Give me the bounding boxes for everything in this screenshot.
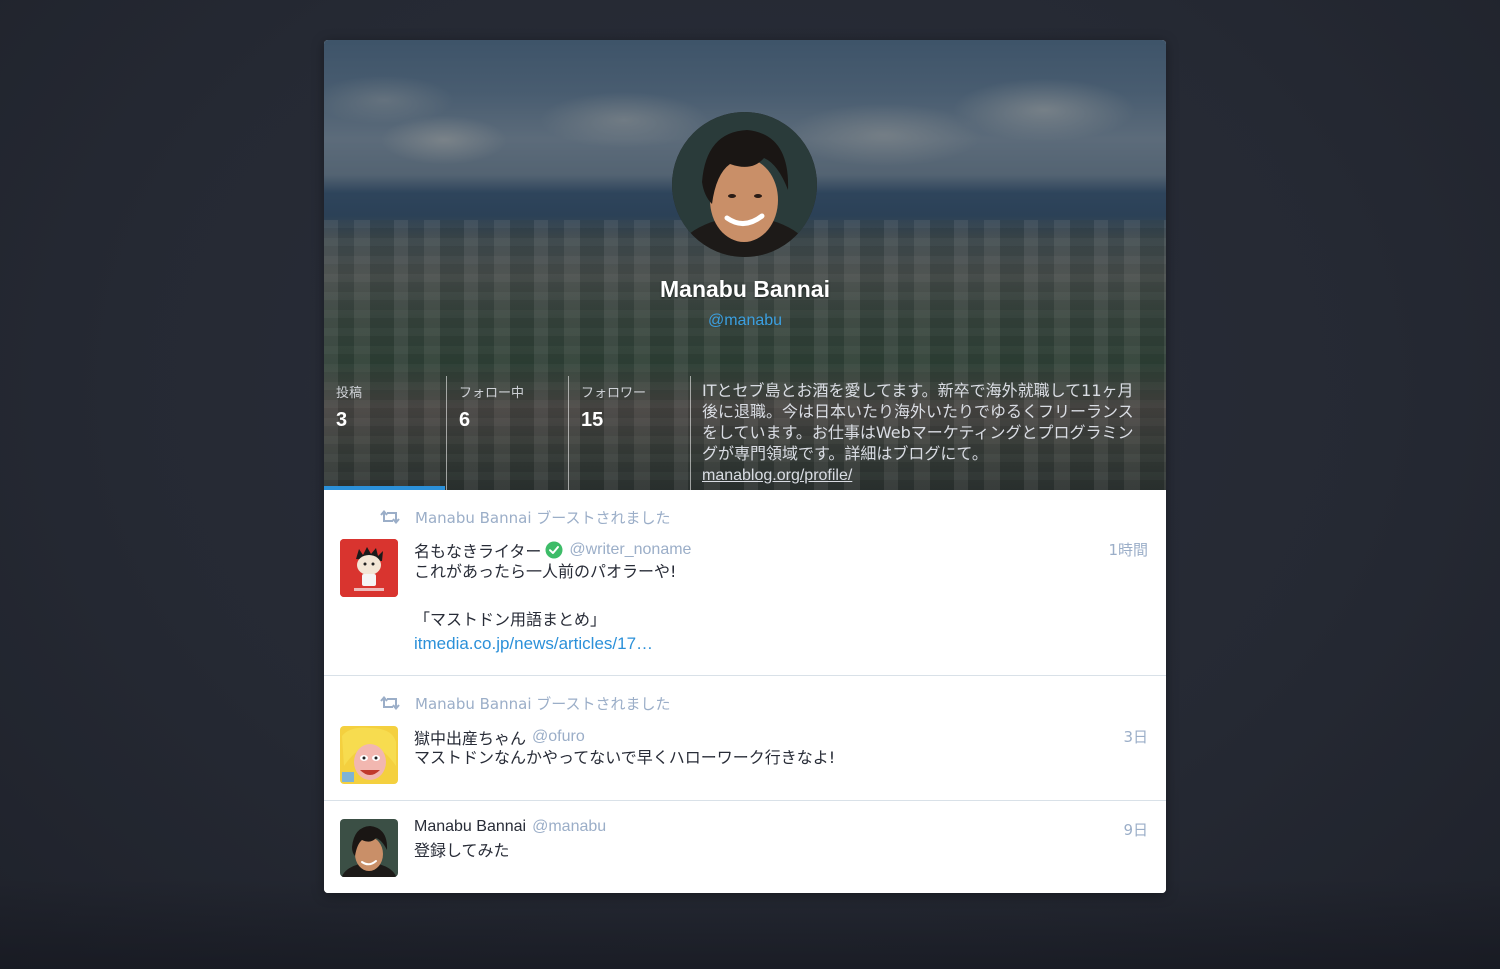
status-content-line: 登録してみた	[414, 841, 510, 860]
status-acct[interactable]: @ofuro	[532, 728, 585, 746]
status-link[interactable]: itmedia.co.jp/news/articles/17…	[414, 632, 676, 656]
status-content-line: これがあったら一人前のパオラーや!	[414, 562, 677, 581]
status-display-name[interactable]: Manabu Bannai	[414, 818, 526, 836]
profile-bio-text: ITとセブ島とお酒を愛してます。新卒で海外就職して11ヶ月後に退職。今は日本いた…	[702, 381, 1134, 463]
profile-card: Manabu Bannai @manabu 投稿 3 フォロー中 6 フォロワー…	[324, 40, 1166, 893]
stat-following-value: 6	[459, 409, 471, 431]
status-content: これがあったら一人前のパオラーや! 「マストドン用語まとめ」 itmedia.c…	[414, 560, 676, 656]
status-avatar[interactable]	[340, 726, 398, 784]
status-content-line: 「マストドン用語まとめ」	[414, 610, 607, 629]
stat-followers-value: 15	[581, 409, 604, 431]
boost-icon	[380, 695, 400, 711]
stat-posts-value: 3	[336, 409, 348, 431]
status-name-line[interactable]: Manabu Bannai @manabu	[414, 818, 606, 836]
boost-indicator: Manabu Bannai ブーストされました	[380, 507, 671, 527]
boost-indicator: Manabu Bannai ブーストされました	[380, 693, 671, 713]
profile-avatar[interactable]	[672, 112, 817, 257]
timeline: Manabu Bannai ブーストされました 名もなきライター @writer…	[324, 490, 1166, 893]
boost-text: Manabu Bannai ブーストされました	[415, 694, 671, 713]
stat-posts-label: 投稿	[336, 385, 363, 400]
stat-following-label: フォロー中	[459, 385, 525, 400]
status-item[interactable]: Manabu Bannai ブーストされました 名もなきライター @writer…	[324, 490, 1166, 676]
boost-icon	[380, 509, 400, 525]
profile-bio-link[interactable]: manablog.org/profile/	[702, 467, 852, 484]
boost-text: Manabu Bannai ブーストされました	[415, 508, 671, 527]
status-item[interactable]: Manabu Bannai ブーストされました 獄中出産ちゃん @ofuro 3…	[324, 676, 1166, 801]
profile-bio: ITとセブ島とお酒を愛してます。新卒で海外就職して11ヶ月後に退職。今は日本いた…	[690, 376, 1166, 490]
status-avatar[interactable]	[340, 539, 398, 597]
status-display-name[interactable]: 名もなきライター	[414, 538, 541, 562]
status-content: マストドンなんかやってないで早くハローワーク行きなよ!	[414, 746, 835, 770]
stat-followers-label: フォロワー	[581, 385, 647, 400]
profile-header: Manabu Bannai @manabu 投稿 3 フォロー中 6 フォロワー…	[324, 40, 1166, 490]
status-acct[interactable]: @manabu	[532, 818, 606, 836]
status-content: 登録してみた	[414, 839, 510, 863]
verified-check-icon	[545, 541, 563, 559]
status-time[interactable]: 1時間	[1108, 539, 1148, 560]
profile-stats: 投稿 3 フォロー中 6 フォロワー 15	[324, 376, 690, 490]
profile-display-name: Manabu Bannai	[660, 276, 830, 302]
status-time[interactable]: 3日	[1123, 726, 1148, 747]
status-avatar[interactable]	[340, 819, 398, 877]
status-content-line: マストドンなんかやってないで早くハローワーク行きなよ!	[414, 748, 836, 767]
status-acct[interactable]: @writer_noname	[569, 541, 691, 559]
status-item[interactable]: Manabu Bannai @manabu 9日 登録してみた	[324, 801, 1166, 893]
status-content-line	[414, 584, 676, 608]
profile-handle[interactable]: @manabu	[324, 312, 1166, 330]
stat-followers[interactable]: フォロワー 15	[568, 376, 690, 490]
status-time[interactable]: 9日	[1123, 819, 1148, 840]
status-name-line[interactable]: 名もなきライター @writer_noname	[414, 538, 691, 562]
stat-posts[interactable]: 投稿 3	[324, 376, 446, 490]
stat-following[interactable]: フォロー中 6	[446, 376, 568, 490]
